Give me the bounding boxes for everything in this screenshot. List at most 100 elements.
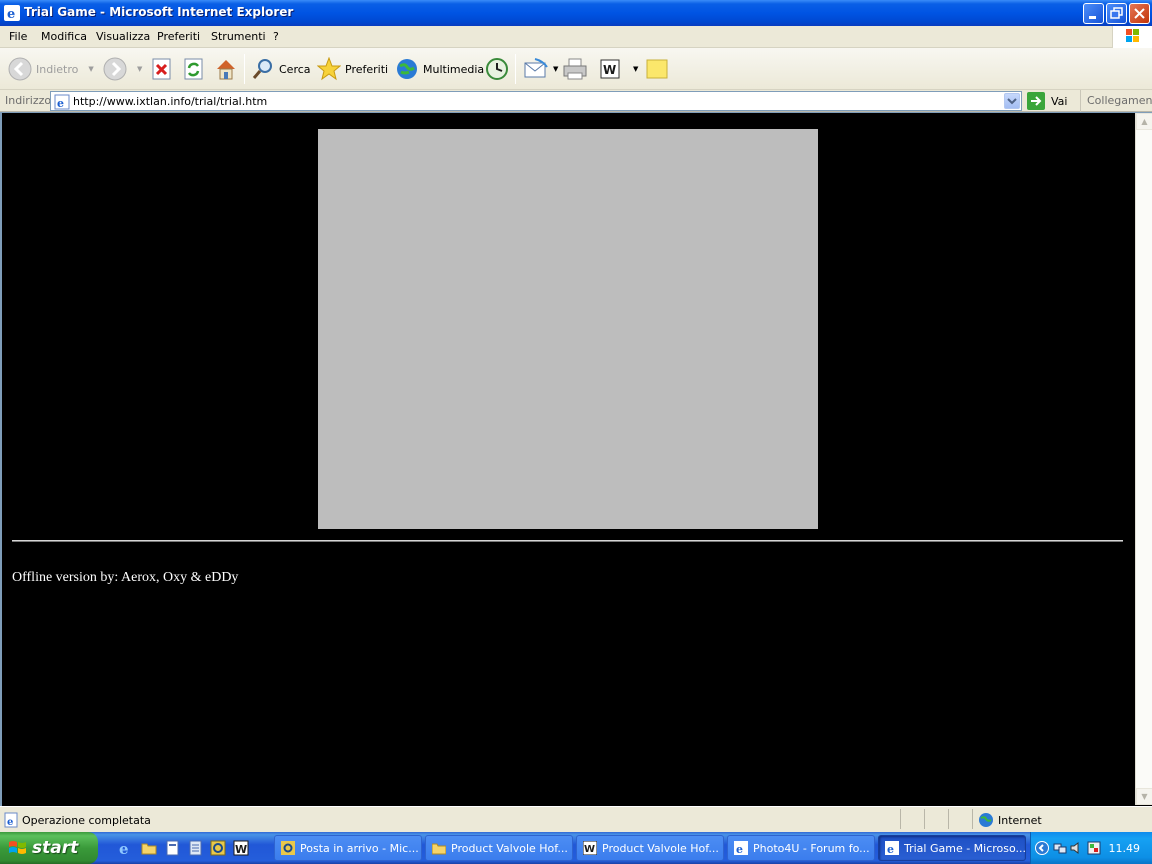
status-bar: e Operazione completata Internet [0, 806, 1152, 832]
back-dropdown-icon[interactable]: ▼ [88, 65, 93, 73]
close-button[interactable] [1129, 3, 1150, 24]
clock[interactable]: 11.49 [1109, 842, 1141, 855]
start-label: start [32, 838, 79, 858]
restore-button[interactable] [1106, 3, 1127, 24]
minimize-icon [1089, 16, 1096, 19]
stop-icon [152, 58, 171, 80]
forward-button[interactable]: ▼ [103, 54, 142, 84]
home-button[interactable] [214, 54, 238, 84]
zone-label: Internet [998, 813, 1042, 827]
svg-text:e: e [57, 97, 64, 110]
toolbar-separator [244, 54, 245, 84]
task-photo4u-forum[interactable]: e Photo4U - Forum fo... [727, 835, 875, 861]
media-globe-icon [397, 59, 417, 79]
volume-icon[interactable] [1069, 841, 1083, 855]
folder-quicklaunch-icon[interactable] [141, 840, 157, 856]
mail-button[interactable]: ▼ [523, 54, 558, 84]
page-content: Offline version by: Aerox, Oxy & eDDy ▲ … [0, 112, 1152, 806]
edit-word-button[interactable]: W ▼ [599, 54, 638, 84]
horizontal-rule [12, 540, 1123, 542]
status-pane [900, 809, 924, 829]
chevron-down-icon [1007, 98, 1017, 105]
system-tray: 11.49 [1030, 832, 1152, 864]
go-button[interactable]: Vai [1027, 91, 1067, 111]
folder-icon [432, 843, 446, 855]
media-label: Multimedia [423, 62, 485, 76]
refresh-icon [184, 58, 203, 80]
menu-modifica[interactable]: Modifica [41, 30, 87, 43]
page-ie-icon: e [54, 94, 70, 110]
status-pane [924, 809, 948, 829]
status-pane [948, 809, 972, 829]
refresh-button[interactable] [183, 54, 205, 84]
task-outlook-inbox[interactable]: Posta in arrivo - Mic... [274, 835, 422, 861]
task-label: Photo4U - Forum fo... [753, 841, 870, 855]
notepad-quicklaunch-icon[interactable] [187, 840, 203, 856]
home-icon [217, 60, 235, 80]
minimize-button[interactable] [1083, 3, 1104, 24]
stop-button[interactable] [151, 54, 173, 84]
print-button[interactable] [562, 54, 588, 84]
network-icon[interactable] [1053, 841, 1067, 855]
scroll-up-button[interactable]: ▲ [1136, 113, 1152, 130]
favorites-label: Preferiti [345, 62, 389, 76]
address-bar: Indirizzo e http://www.ixtlan.info/trial… [0, 90, 1152, 112]
go-arrow-icon [1027, 92, 1045, 110]
security-zone: Internet [978, 812, 1042, 828]
task-label: Trial Game - Microso... [904, 841, 1026, 855]
svg-text:W: W [584, 844, 595, 855]
windows-logo [1112, 26, 1152, 48]
task-trial-game[interactable]: e Trial Game - Microso... [878, 835, 1026, 861]
game-embed[interactable] [318, 129, 818, 529]
page-done-icon: e [4, 812, 18, 828]
task-word-valvole[interactable]: W Product Valvole Hof... [576, 835, 724, 861]
menu-help[interactable]: ? [273, 30, 279, 43]
svg-text:e: e [7, 7, 15, 21]
links-toolbar[interactable]: Collegamenti [1080, 90, 1152, 112]
outlook-icon [281, 841, 295, 855]
outlook-quicklaunch-icon[interactable] [210, 840, 226, 856]
svg-text:e: e [119, 840, 129, 856]
svg-text:e: e [736, 843, 743, 855]
start-button[interactable]: start [0, 832, 98, 864]
svg-text:W: W [235, 843, 247, 856]
close-icon [1134, 8, 1145, 19]
ie-page-icon: e [734, 841, 748, 855]
search-button[interactable]: Cerca [251, 54, 311, 84]
ie-quicklaunch-icon[interactable]: e [118, 840, 134, 856]
window-title: Trial Game - Microsoft Internet Explorer [24, 5, 294, 19]
document-quicklaunch-icon[interactable] [164, 840, 180, 856]
menu-visualizza[interactable]: Visualizza [96, 30, 150, 43]
word-icon: W [600, 59, 620, 79]
internet-globe-icon [979, 813, 993, 827]
menu-strumenti[interactable]: Strumenti [211, 30, 266, 43]
mail-dropdown-icon[interactable]: ▼ [553, 65, 558, 73]
windows-flag-icon [9, 841, 26, 854]
forward-arrow-icon [103, 57, 127, 81]
restore-icon [1110, 7, 1123, 19]
standard-toolbar: Indietro ▼ ▼ Cerca Preferiti Multimedia … [0, 48, 1152, 90]
favorites-button[interactable]: Preferiti [317, 54, 388, 84]
back-arrow-icon [8, 57, 32, 81]
back-button[interactable]: Indietro ▼ [8, 54, 94, 84]
svg-text:e: e [7, 817, 13, 828]
menu-bar: File Modifica Visualizza Preferiti Strum… [0, 26, 1152, 48]
history-button[interactable] [484, 54, 510, 84]
task-folder-valvole[interactable]: Product Valvole Hof... [425, 835, 573, 861]
address-dropdown-button[interactable] [1004, 93, 1020, 109]
address-input[interactable]: e http://www.ixtlan.info/trial/trial.htm [50, 91, 1022, 111]
scroll-down-button[interactable]: ▼ [1136, 788, 1152, 805]
forward-dropdown-icon[interactable]: ▼ [137, 65, 142, 73]
media-button[interactable]: Multimedia [395, 54, 484, 84]
notes-button[interactable] [645, 54, 669, 84]
window-titlebar[interactable]: e Trial Game - Microsoft Internet Explor… [0, 0, 1152, 26]
toolbar-separator [515, 54, 516, 84]
vertical-scrollbar[interactable]: ▲ ▼ [1135, 113, 1152, 805]
antivirus-icon[interactable] [1087, 841, 1101, 855]
edit-dropdown-icon[interactable]: ▼ [633, 65, 638, 73]
word-quicklaunch-icon[interactable]: W [233, 840, 249, 856]
menu-preferiti[interactable]: Preferiti [157, 30, 200, 43]
menu-file[interactable]: File [9, 30, 27, 43]
printer-icon [563, 58, 587, 80]
show-hidden-icons-button[interactable] [1035, 841, 1049, 855]
